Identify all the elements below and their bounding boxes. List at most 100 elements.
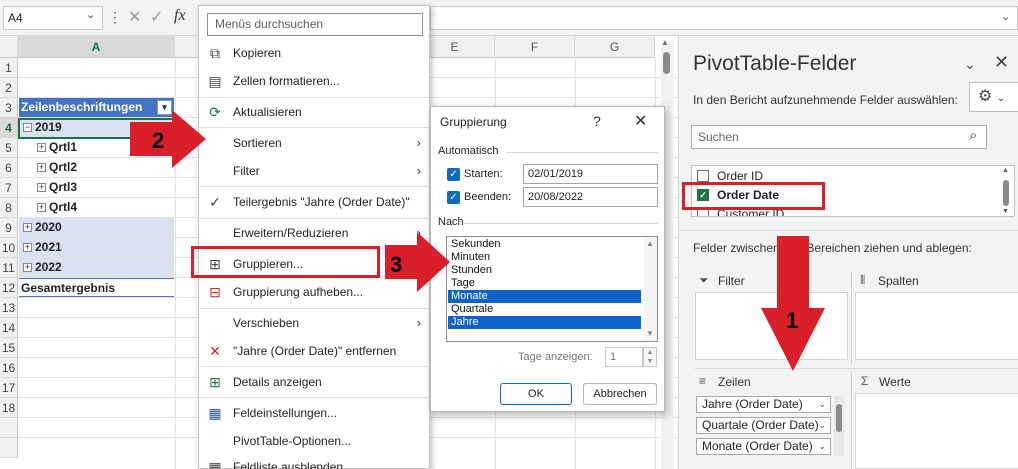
expand-formula-icon[interactable]: ⌄ (1001, 10, 1010, 23)
scroll-down-icon[interactable]: ▼ (646, 329, 654, 338)
row-header[interactable]: 12 (0, 278, 18, 298)
list-item-selected[interactable]: Jahre (448, 316, 641, 329)
close-icon[interactable]: ✕ (994, 52, 1009, 73)
menu-item-field-settings[interactable]: ▦ Feldeinstellungen... (199, 400, 429, 426)
row-header[interactable]: 18 (0, 398, 18, 418)
close-icon[interactable]: ✕ (634, 111, 647, 131)
collapse-icon[interactable]: − (23, 123, 32, 133)
row-header[interactable]: 2 (0, 78, 18, 98)
menu-search-input[interactable]: Menüs durchsuchen (207, 13, 423, 36)
row-header[interactable]: 14 (0, 318, 18, 338)
pivot-quarter-row[interactable]: + Qrtl4 (19, 198, 174, 217)
pivot-year-row[interactable]: +2022 (19, 258, 174, 277)
expand-icon[interactable]: + (23, 223, 32, 233)
cancel-button[interactable]: Abbrechen (583, 383, 657, 405)
columns-drop-area[interactable] (855, 292, 1018, 360)
row-header[interactable]: 5 (0, 138, 18, 158)
row-header[interactable] (0, 418, 18, 438)
grouping-units-list[interactable]: Sekunden Minuten Stunden Tage Monate Qua… (446, 236, 658, 342)
row-header[interactable]: 17 (0, 378, 18, 398)
chevron-down-icon[interactable]: ⌄ (86, 8, 95, 21)
start-date-field[interactable]: 02/01/2019 (523, 164, 658, 184)
menu-item-sort[interactable]: Sortieren › (199, 130, 429, 156)
menu-item-pivot-options[interactable]: PivotTable-Optionen... (199, 428, 429, 454)
search-icon[interactable]: ⌕ (969, 127, 977, 144)
row-header[interactable] (0, 438, 18, 458)
column-header-a[interactable]: A (18, 36, 175, 58)
menu-item-show-details[interactable]: ⊞ Details anzeigen (199, 369, 429, 395)
more-icon[interactable]: ⋮ (108, 9, 122, 26)
scrollbar-thumb[interactable] (836, 404, 842, 432)
menu-separator (199, 308, 429, 309)
row-field-chip[interactable]: Monate (Order Date) ⌄ (696, 438, 831, 455)
list-scrollbar[interactable] (644, 237, 657, 341)
start-checkbox[interactable]: ✓ (447, 168, 460, 181)
ok-button[interactable]: OK (500, 383, 572, 405)
field-checkbox[interactable] (697, 170, 709, 182)
row-header[interactable]: 7 (0, 178, 18, 198)
days-input[interactable]: 1 (605, 347, 643, 367)
row-field-chip[interactable]: Jahre (Order Date) ⌄ (696, 396, 831, 413)
function-icon[interactable]: fx (174, 7, 186, 25)
menu-item-move[interactable]: Verschieben › (199, 310, 429, 336)
pivot-grand-total[interactable]: Gesamtergebnis (19, 278, 174, 297)
menu-item-hide-field-list[interactable]: ▦ Feldliste ausblenden (199, 454, 429, 469)
row-header[interactable]: 9 (0, 218, 18, 238)
list-item[interactable]: Sekunden (448, 238, 641, 251)
expand-icon[interactable]: + (37, 143, 46, 153)
cancel-icon[interactable]: ✕ (128, 7, 141, 27)
row-header[interactable]: 1 (0, 58, 18, 78)
row-field-chip[interactable]: Quartale (Order Date) ⌄ (696, 417, 831, 434)
pivot-quarter-row[interactable]: + Qrtl3 (19, 178, 174, 197)
help-icon[interactable]: ? (593, 113, 601, 129)
expand-icon[interactable]: + (37, 163, 46, 173)
row-header[interactable]: 15 (0, 338, 18, 358)
pivot-year-row[interactable]: +2020 (19, 218, 174, 237)
row-header[interactable]: 6 (0, 158, 18, 178)
menu-item-subtotal[interactable]: ✓ Teilergebnis "Jahre (Order Date)" (199, 189, 429, 215)
scrollbar-thumb[interactable] (1003, 180, 1009, 206)
list-item[interactable]: Minuten (448, 251, 641, 264)
row-header[interactable]: 3 (0, 98, 18, 118)
row-header[interactable]: 13 (0, 298, 18, 318)
list-item[interactable]: Stunden (448, 264, 641, 277)
column-header-g[interactable]: G (575, 36, 655, 58)
menu-item-format-cells[interactable]: ▤ Zellen formatieren... (199, 68, 429, 94)
gear-icon[interactable]: ⚙ ⌄ (969, 82, 1018, 112)
scrollbar-thumb[interactable] (663, 52, 670, 74)
scroll-up-icon[interactable]: ▲ (646, 239, 654, 248)
expand-icon[interactable]: + (23, 243, 32, 253)
values-drop-area[interactable] (855, 393, 1018, 469)
end-date-field[interactable]: 20/08/2022 (523, 187, 658, 207)
chevron-down-icon[interactable]: ⌄ (818, 418, 826, 433)
chevron-down-icon[interactable]: ⌄ (818, 397, 826, 412)
expand-icon[interactable]: + (37, 203, 46, 213)
menu-item-filter[interactable]: Filter › (199, 158, 429, 184)
expand-icon[interactable]: + (37, 183, 46, 193)
scroll-up-icon[interactable]: ▲ (661, 38, 669, 47)
scroll-down-icon[interactable]: ▼ (1002, 208, 1009, 215)
row-header[interactable]: 8 (0, 198, 18, 218)
formula-input[interactable] (430, 6, 1018, 30)
list-item[interactable]: Tage (448, 277, 641, 290)
row-header[interactable]: 4 (0, 118, 18, 138)
enter-icon[interactable]: ✓ (150, 7, 163, 27)
row-header[interactable]: 11 (0, 258, 18, 278)
row-header[interactable]: 16 (0, 358, 18, 378)
scroll-up-icon[interactable]: ▲ (1002, 167, 1009, 174)
end-checkbox[interactable]: ✓ (447, 191, 460, 204)
select-all-corner[interactable] (0, 36, 18, 58)
list-item-selected[interactable]: Monate (448, 290, 641, 303)
menu-item-copy[interactable]: ⧉ Kopieren (199, 40, 429, 66)
chevron-down-icon[interactable]: ⌄ (964, 56, 976, 73)
list-item[interactable]: Quartale (448, 303, 641, 316)
days-spinner[interactable]: ▲ ▼ (643, 347, 657, 367)
field-search-input[interactable]: Suchen (691, 125, 987, 149)
expand-icon[interactable]: + (23, 263, 32, 273)
menu-item-refresh[interactable]: ⟳ Aktualisieren (199, 99, 429, 125)
pivot-year-row[interactable]: +2021 (19, 238, 174, 257)
column-header-f[interactable]: F (495, 36, 575, 58)
chevron-down-icon[interactable]: ⌄ (818, 439, 826, 454)
row-header[interactable]: 10 (0, 238, 18, 258)
menu-item-remove-field[interactable]: ✕ "Jahre (Order Date)" entfernen (199, 338, 429, 364)
